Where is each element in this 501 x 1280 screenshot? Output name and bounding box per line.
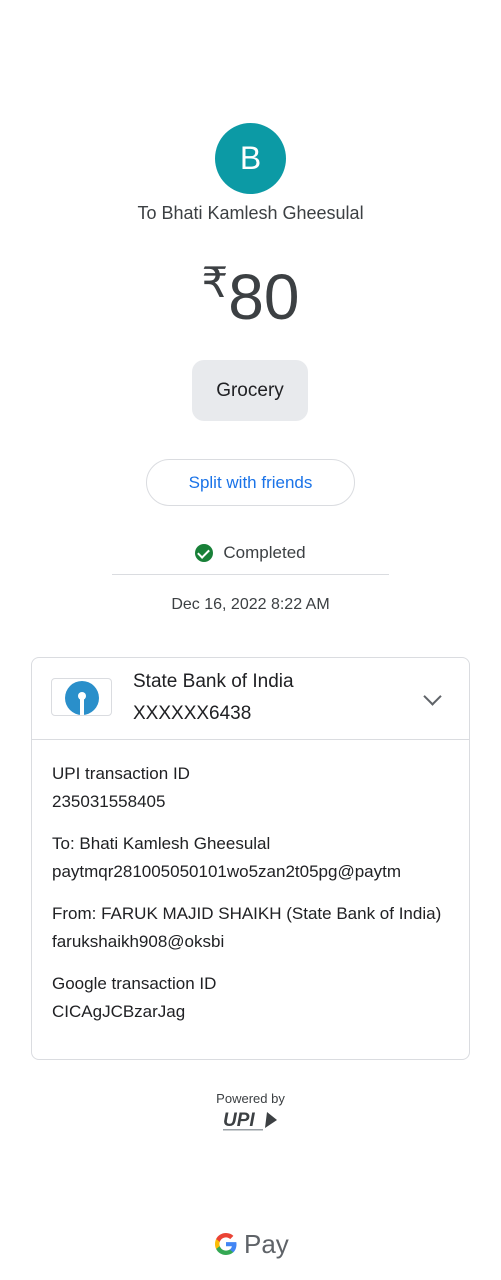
detail-value: CICAgJCBzarJag	[52, 1002, 186, 1021]
detail-label: UPI transaction ID	[52, 764, 190, 783]
avatar-initial: B	[239, 140, 262, 176]
sbi-logo-icon	[51, 678, 112, 716]
bank-account-number: XXXXXX6438	[133, 703, 252, 724]
payment-amount: ₹80	[0, 258, 501, 334]
recipient-name: To Bhati Kamlesh Gheesulal	[137, 203, 364, 223]
payment-note-chip: Grocery	[192, 360, 308, 421]
detail-label: From: FARUK MAJID SHAIKH (State Bank of …	[52, 904, 442, 923]
recipient-avatar: B	[215, 123, 286, 194]
currency-symbol: ₹	[201, 259, 229, 306]
pay-wordmark: Pay	[244, 1228, 289, 1259]
detail-from: From: FARUK MAJID SHAIKH (State Bank of …	[52, 901, 449, 954]
split-with-friends-button[interactable]: Split with friends	[146, 459, 355, 506]
detail-value: 235031558405	[52, 792, 166, 811]
upi-logo-text: UPI	[223, 1110, 255, 1131]
check-circle-icon	[195, 544, 214, 562]
upi-logo: UPI	[223, 1110, 277, 1131]
divider	[112, 574, 389, 575]
google-pay-logo: Pay	[213, 1228, 289, 1260]
detail-label: Google transaction ID	[52, 974, 217, 993]
transaction-datetime: Dec 16, 2022 8:22 AM	[171, 596, 330, 613]
status-label: Completed	[223, 543, 306, 562]
details-list: UPI transaction ID 235031558405 To: Bhat…	[32, 740, 469, 1024]
chevron-down-icon[interactable]	[423, 687, 442, 706]
transaction-details-card: State Bank of India XXXXXX6438 UPI trans…	[31, 657, 470, 1060]
bank-name: State Bank of India	[133, 671, 294, 692]
detail-value: paytmqr281005050101wo5zan2t05pg@paytm	[52, 862, 402, 881]
detail-to: To: Bhati Kamlesh Gheesulal paytmqr28100…	[52, 831, 449, 884]
detail-label: To: Bhati Kamlesh Gheesulal	[52, 834, 271, 853]
split-button-label: Split with friends	[188, 472, 313, 492]
google-g-icon	[215, 1233, 237, 1255]
amount-value: 80	[228, 261, 300, 333]
payment-note: Grocery	[216, 379, 284, 401]
detail-value: farukshaikh908@oksbi	[52, 932, 225, 951]
bank-account-header[interactable]: State Bank of India XXXXXX6438	[32, 658, 469, 740]
detail-google-transaction-id: Google transaction ID CICAgJCBzarJag	[52, 971, 449, 1024]
status-row: Completed	[0, 543, 501, 563]
powered-by-label: Powered by	[216, 1091, 285, 1106]
detail-upi-transaction-id: UPI transaction ID 235031558405	[52, 761, 449, 814]
